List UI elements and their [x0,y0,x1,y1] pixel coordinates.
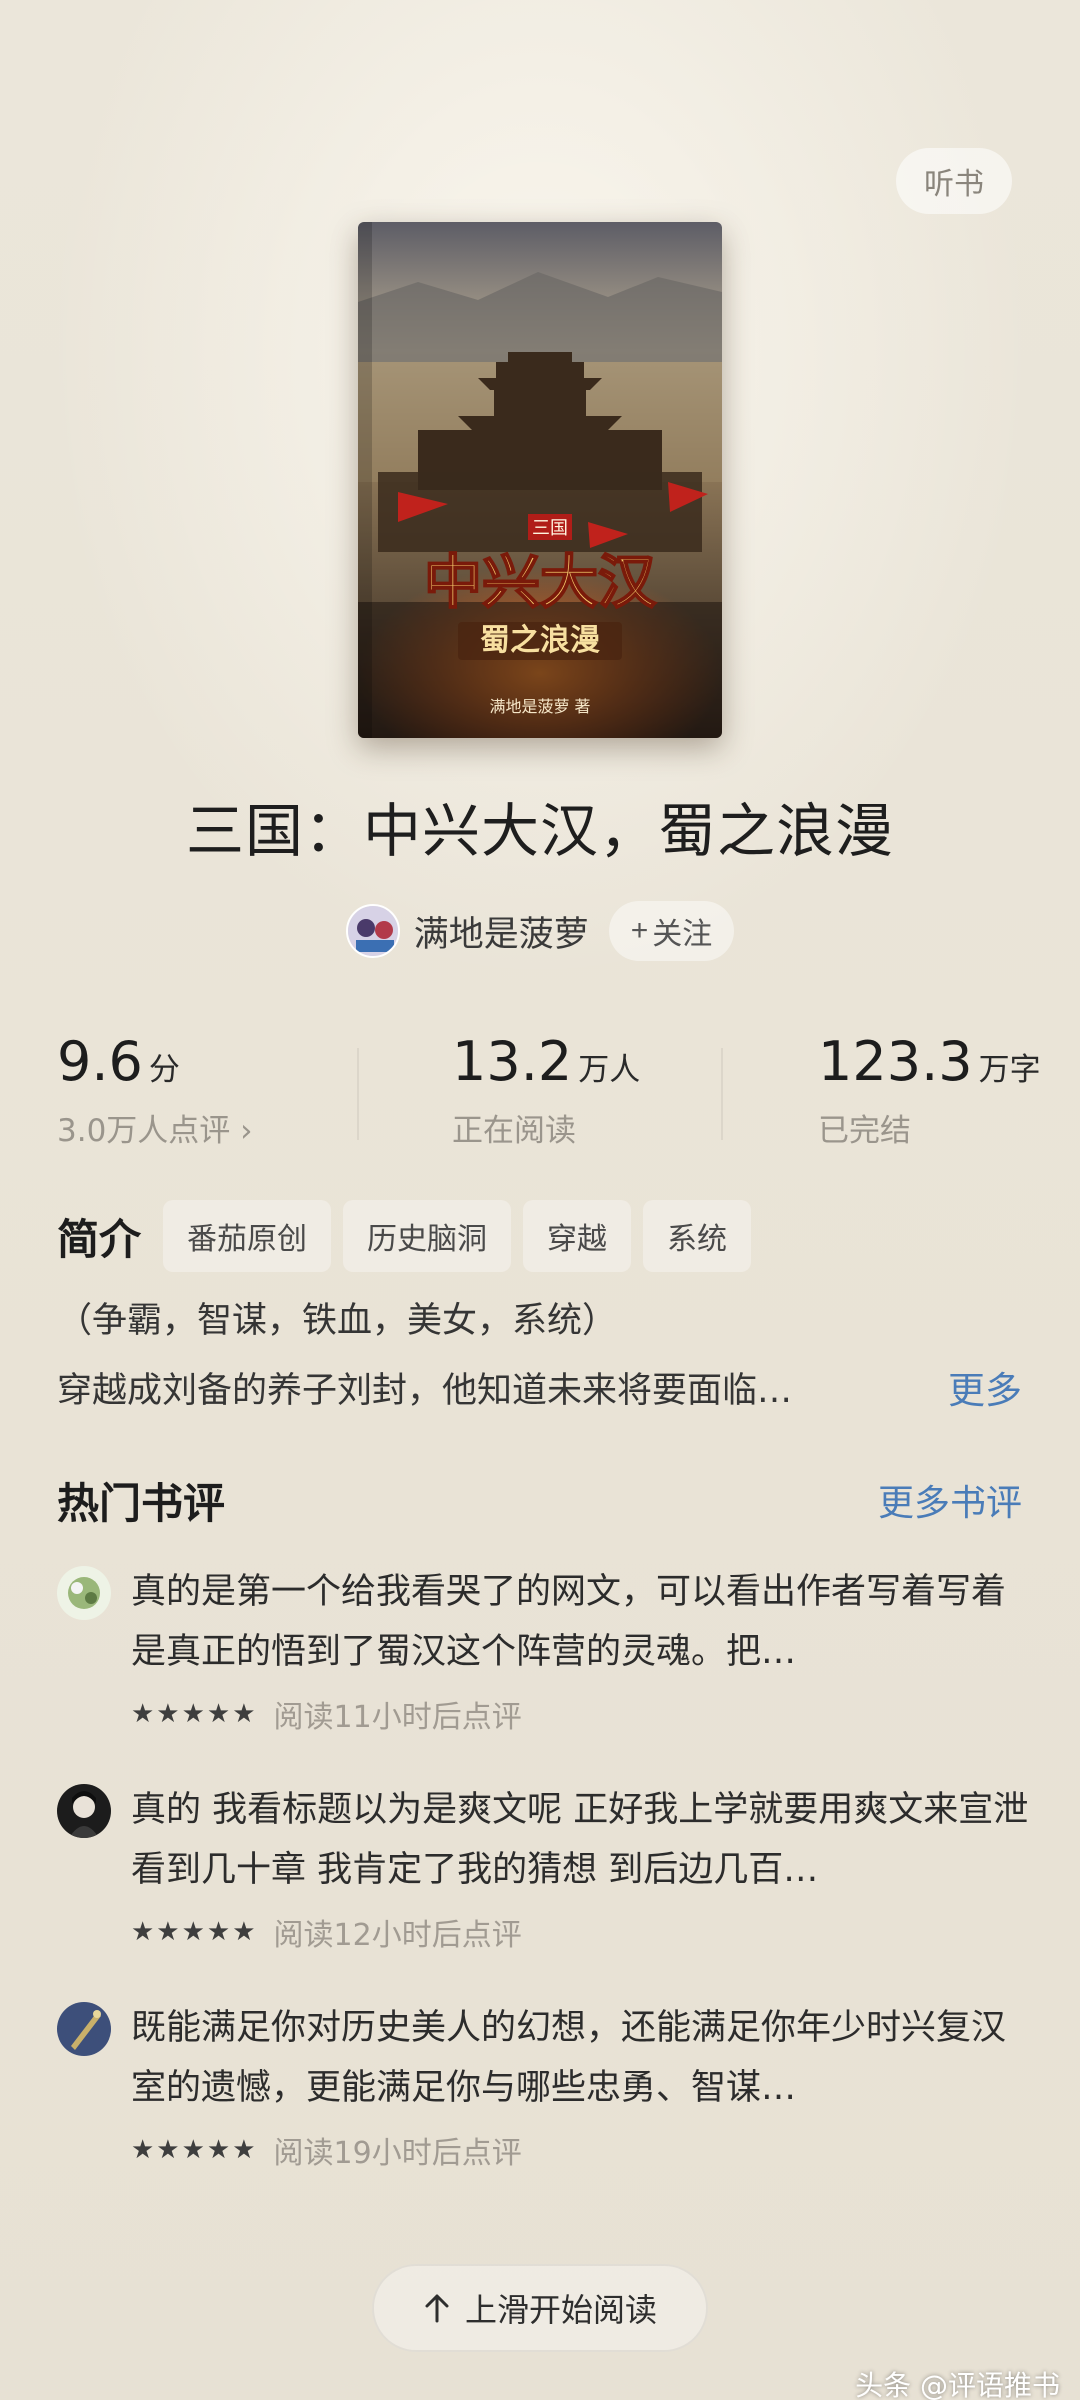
review-text: 既能满足你对历史美人的幻想，还能满足你年少时兴复汉室的遗憾，更能满足你与哪些忠勇… [131,2008,1007,2108]
hot-reviews-title: 热门书评 [57,1479,226,1528]
review-time: 阅读19小时后点评 [273,2136,522,2171]
stats-divider [357,1048,359,1140]
reviewer-avatar[interactable] [57,2002,111,2056]
follow-label: 关注 [652,918,713,951]
more-reviews-link[interactable]: 更多书评 [878,1474,1022,1526]
review-item[interactable]: 真的是第一个给我看哭了的网文，可以看出作者写着写着是真正的悟到了蜀汉这个阵营的灵… [57,1562,1027,1742]
cover-main-title: 中兴大汉 [424,548,657,616]
intro-header: 简介 番茄原创 历史脑洞 穿越 系统 [57,1200,763,1272]
intro-text-line: （争霸，智谋，铁血，美女，系统） [57,1301,618,1341]
start-reading-label: 上滑开始阅读 [464,2291,657,2329]
listen-button[interactable]: 听书 [896,148,1012,214]
tag-chip[interactable]: 番茄原创 [163,1200,332,1272]
plus-icon: + [630,914,649,947]
stat-readers-value: 13.2 [452,1030,573,1093]
book-title: 三国：中兴大汉，蜀之浪漫 [185,797,894,865]
stat-readers-unit: 万人 [578,1052,641,1088]
stats-divider [721,1048,723,1140]
tag-chip[interactable]: 穿越 [523,1200,632,1272]
cover-subtitle: 蜀之浪漫 [480,623,600,658]
stat-words-value: 123.3 [818,1030,973,1093]
star-rating: ★★★★★ [131,2135,258,2165]
review-time: 阅读11小时后点评 [273,1700,522,1735]
book-cover-art: 三国 中兴大汉 蜀之浪漫 满地是菠萝 著 [358,222,722,738]
review-meta: ★★★★★ 阅读12小时后点评 [131,1910,522,1954]
stat-rating-value: 9.6 [57,1030,143,1093]
review-time: 阅读12小时后点评 [273,1918,522,1953]
arrow-up-icon [425,2294,449,2323]
stat-words-unit: 万字 [978,1052,1041,1088]
review-meta: ★★★★★ 阅读11小时后点评 [131,1692,522,1736]
stat-rating[interactable]: 9.6 分 3.0万人点评 › [57,1030,253,1150]
stat-rating-unit: 分 [148,1052,180,1088]
author-row: 满地是菠萝 + 关注 [0,898,1080,964]
review-text: 真的是第一个给我看哭了的网文，可以看出作者写着写着是真正的悟到了蜀汉这个阵营的灵… [131,1572,1007,1672]
star-rating: ★★★★★ [131,1917,258,1947]
tag-chip[interactable]: 系统 [643,1200,752,1272]
review-meta: ★★★★★ 阅读19小时后点评 [131,2128,522,2172]
review-item[interactable]: 既能满足你对历史美人的幻想，还能满足你年少时兴复汉室的遗憾，更能满足你与哪些忠勇… [57,1998,1027,2178]
stat-words: 123.3 万字 已完结 [818,1030,1041,1150]
cover-series-mark: 三国 [532,518,568,539]
author-name[interactable]: 满地是菠萝 [414,906,589,957]
author-avatar[interactable] [345,904,400,958]
cover-author-credit: 满地是菠萝 著 [489,697,590,716]
intro-text-line[interactable]: 穿越成刘备的养子刘封，他知道未来将要面临… [57,1362,792,1413]
review-item[interactable]: 真的 我看标题以为是爽文呢 正好我上学就要用爽文来宣泄 看到几十章 我肯定了我的… [57,1780,1028,1960]
watermark: 头条 @评语推书 [855,2369,1060,2400]
stat-words-sub: 已完结 [818,1113,911,1149]
intro-more-link[interactable]: 更多 [948,1360,1022,1414]
book-cover[interactable]: 三国 中兴大汉 蜀之浪漫 满地是菠萝 著 [358,222,722,738]
reviewer-avatar[interactable] [57,1566,111,1620]
tag-chip[interactable]: 历史脑洞 [343,1200,512,1272]
intro-label: 简介 [57,1214,142,1264]
start-reading-button[interactable]: 上滑开始阅读 [372,2264,708,2352]
stat-readers-sub: 正在阅读 [452,1113,576,1149]
review-text: 真的 我看标题以为是爽文呢 正好我上学就要用爽文来宣泄 看到几十章 我肯定了我的… [131,1790,1029,1890]
stat-rating-sub: 3.0万人点评 › [57,1113,253,1149]
follow-button[interactable]: + 关注 [608,901,735,961]
star-rating: ★★★★★ [131,1699,258,1729]
stat-readers: 13.2 万人 正在阅读 [452,1030,640,1150]
stats-bar: 9.6 分 3.0万人点评 › 13.2 万人 正在阅读 123.3 万字 已完结 [0,1030,1080,1160]
reviewer-avatar[interactable] [57,1784,111,1838]
